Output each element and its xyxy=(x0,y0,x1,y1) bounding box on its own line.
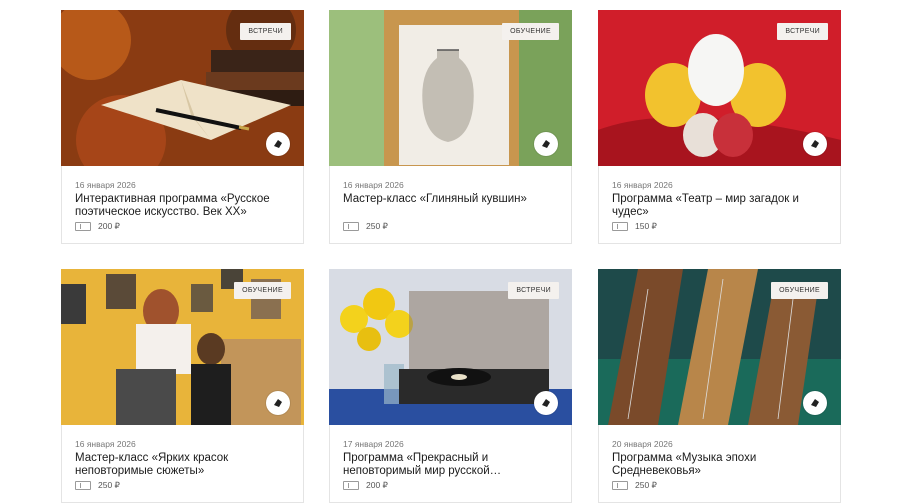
event-card[interactable]: ВСТРЕЧИ 16 января 2026 Программа «Театр … xyxy=(598,10,841,244)
price-value: 150 ₽ xyxy=(635,221,657,231)
event-title[interactable]: Интерактивная программа «Русское поэтиче… xyxy=(75,193,295,218)
event-date: 16 января 2026 xyxy=(75,180,136,190)
event-date: 17 января 2026 xyxy=(343,439,404,449)
share-icon xyxy=(542,140,550,148)
ticket-icon xyxy=(612,481,628,490)
event-date: 16 января 2026 xyxy=(343,180,404,190)
event-date: 16 января 2026 xyxy=(75,439,136,449)
ticket-icon xyxy=(612,222,628,231)
price-value: 250 ₽ xyxy=(635,480,657,490)
category-tag[interactable]: ВСТРЕЧИ xyxy=(240,23,291,40)
share-button[interactable] xyxy=(266,391,290,415)
category-tag[interactable]: ОБУЧЕНИЕ xyxy=(502,23,559,40)
price-value: 200 ₽ xyxy=(366,480,388,490)
share-button[interactable] xyxy=(803,132,827,156)
event-title[interactable]: Мастер-класс «Ярких красок неповторимые … xyxy=(75,452,295,477)
ticket-icon xyxy=(343,481,359,490)
category-tag[interactable]: ВСТРЕЧИ xyxy=(508,282,559,299)
category-tag[interactable]: ОБУЧЕНИЕ xyxy=(771,282,828,299)
event-date: 20 января 2026 xyxy=(612,439,673,449)
event-title[interactable]: Мастер-класс «Глиняный кувшин» xyxy=(343,193,563,206)
event-price: 200 ₽ xyxy=(75,221,120,232)
category-tag[interactable]: ВСТРЕЧИ xyxy=(777,23,828,40)
ticket-icon xyxy=(75,222,91,231)
share-icon xyxy=(811,399,819,407)
event-card[interactable]: ВСТРЕЧИ 17 января 2026 Программа «Прекра… xyxy=(329,269,572,503)
price-value: 250 ₽ xyxy=(366,221,388,231)
event-price: 250 ₽ xyxy=(75,480,120,491)
share-icon xyxy=(811,140,819,148)
event-date: 16 января 2026 xyxy=(612,180,673,190)
event-card[interactable]: ВСТРЕЧИ 16 января 2026 Интерактивная про… xyxy=(61,10,304,244)
share-icon xyxy=(542,399,550,407)
price-value: 250 ₽ xyxy=(98,480,120,490)
share-button[interactable] xyxy=(534,391,558,415)
event-price: 250 ₽ xyxy=(343,221,388,232)
category-tag[interactable]: ОБУЧЕНИЕ xyxy=(234,282,291,299)
event-card[interactable]: ОБУЧЕНИЕ 16 января 2026 Мастер-класс «Яр… xyxy=(61,269,304,503)
share-icon xyxy=(274,140,282,148)
event-price: 150 ₽ xyxy=(612,221,657,232)
share-button[interactable] xyxy=(534,132,558,156)
event-card[interactable]: ОБУЧЕНИЕ 20 января 2026 Программа «Музык… xyxy=(598,269,841,503)
event-title[interactable]: Программа «Прекрасный и неповторимый мир… xyxy=(343,452,563,477)
event-price: 250 ₽ xyxy=(612,480,657,491)
share-icon xyxy=(274,399,282,407)
price-value: 200 ₽ xyxy=(98,221,120,231)
share-button[interactable] xyxy=(803,391,827,415)
event-card[interactable]: ОБУЧЕНИЕ 16 января 2026 Мастер-класс «Гл… xyxy=(329,10,572,244)
share-button[interactable] xyxy=(266,132,290,156)
event-price: 200 ₽ xyxy=(343,480,388,491)
ticket-icon xyxy=(343,222,359,231)
event-title[interactable]: Программа «Музыка эпохи Средневековья» xyxy=(612,452,832,477)
event-title[interactable]: Программа «Театр – мир загадок и чудес» xyxy=(612,193,832,218)
ticket-icon xyxy=(75,481,91,490)
